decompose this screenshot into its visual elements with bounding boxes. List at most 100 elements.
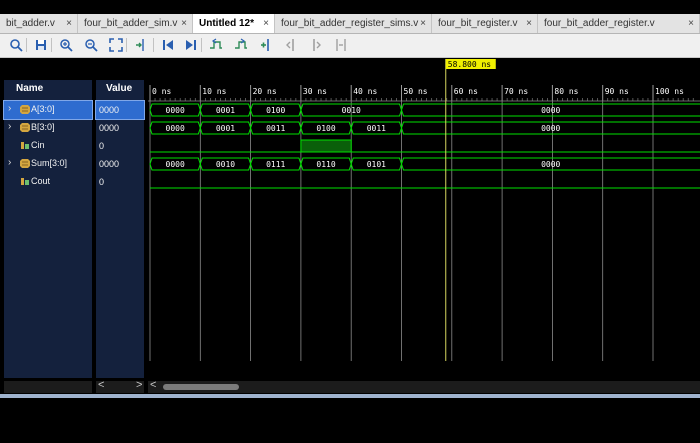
toolbar-separator xyxy=(126,38,127,52)
signal-name-panel: › A[3:0] › B[3:0] Cin › Sum[3:0] Cout xyxy=(3,100,93,378)
tab-bit-adder-v[interactable]: bit_adder.v × xyxy=(0,14,78,33)
signal-value-panel: 0000 0000 0 0000 0 xyxy=(95,100,145,378)
bus-value-label: 0000 xyxy=(541,124,560,133)
bus-value-label: 0000 xyxy=(541,160,560,169)
waveform-scrollbar[interactable]: < xyxy=(148,379,700,393)
tab-label: four_bit_register.v xyxy=(438,18,518,29)
waveform-canvas[interactable]: 0 ns 10 ns 20 ns 30 ns 40 ns 50 ns 60 ns 70 ns 8… xyxy=(148,59,700,361)
go-to-start-icon[interactable] xyxy=(160,37,176,53)
tab-untitled-12[interactable]: Untitled 12* × xyxy=(193,14,275,33)
scroll-right-arrow[interactable]: > xyxy=(136,379,142,391)
ruler-tick-label: 30 ns xyxy=(303,87,327,96)
bit-signal-icon xyxy=(20,141,30,150)
zoom-out-icon[interactable] xyxy=(83,37,99,53)
value-column-header[interactable]: Value xyxy=(96,80,144,100)
save-icon[interactable] xyxy=(33,37,49,53)
tab-close-icon[interactable]: × xyxy=(688,14,694,33)
bit-high-segment xyxy=(300,139,352,153)
tab-label: four_bit_adder_register_sims.v xyxy=(281,18,419,29)
bit-signal-icon xyxy=(20,177,30,186)
signal-row-b-3-0[interactable]: › B[3:0] xyxy=(4,119,92,137)
signal-value-text: 0 xyxy=(99,141,105,151)
window-bottom-border xyxy=(0,394,700,398)
tab-label: four_bit_adder_register.v xyxy=(544,18,655,29)
tab-close-icon[interactable]: × xyxy=(263,14,269,33)
signal-value-text: 0000 xyxy=(99,123,120,133)
ruler-tick-label: 60 ns xyxy=(454,87,478,96)
tab-close-icon[interactable]: × xyxy=(420,14,426,33)
bus-value-label: 0100 xyxy=(266,106,285,115)
ruler-tick-label: 80 ns xyxy=(554,87,578,96)
expand-chevron-icon[interactable]: › xyxy=(8,103,11,114)
expand-chevron-icon[interactable]: › xyxy=(8,121,11,132)
tab-four-bit-adder-register-sims-v[interactable]: four_bit_adder_register_sims.v × xyxy=(275,14,432,33)
toolbar-separator xyxy=(51,38,52,52)
signal-value-text: 0 xyxy=(99,177,105,187)
editor-tab-bar: bit_adder.v × four_bit_adder_sim.v × Untitle… xyxy=(0,14,700,34)
tab-label: four_bit_adder_sim.v xyxy=(84,18,178,29)
previous-transition-icon[interactable] xyxy=(208,37,224,53)
signal-row-cin[interactable]: Cin xyxy=(4,137,92,155)
signal-name: A[3:0] xyxy=(31,104,55,114)
signal-row-sum-3-0[interactable]: › Sum[3:0] xyxy=(4,155,92,173)
bus-signal-icon xyxy=(20,123,30,132)
name-panel-scrollbar[interactable] xyxy=(4,381,92,393)
zoom-fit-icon[interactable] xyxy=(108,37,124,53)
signal-value-b-3-0: 0000 xyxy=(96,119,144,137)
zoom-in-icon[interactable] xyxy=(58,37,74,53)
next-marker-icon[interactable] xyxy=(308,37,324,53)
bus-value-label: 0000 xyxy=(166,160,185,169)
bus-value-label: 0000 xyxy=(541,106,560,115)
ruler-tick-label: 70 ns xyxy=(504,87,528,96)
bus-value-label: 0011 xyxy=(367,124,386,133)
waveform-toolbar xyxy=(0,34,700,58)
tab-four-bit-adder-register-v[interactable]: four_bit_adder_register.v × xyxy=(538,14,700,33)
wave-scroll-left-arrow[interactable]: < xyxy=(150,379,156,391)
bus-value-label: 0000 xyxy=(166,124,185,133)
tab-four-bit-register-v[interactable]: four_bit_register.v × xyxy=(432,14,538,33)
signal-name: Sum[3:0] xyxy=(31,158,68,168)
tab-label: bit_adder.v xyxy=(6,18,55,29)
ruler-tick-label: 50 ns xyxy=(404,87,428,96)
bus-value-label: 0110 xyxy=(316,160,335,169)
next-transition-icon[interactable] xyxy=(233,37,249,53)
search-icon[interactable] xyxy=(8,37,24,53)
bus-value-label: 0001 xyxy=(216,124,235,133)
toolbar-separator xyxy=(26,38,27,52)
bus-signal-icon xyxy=(20,159,30,168)
tab-label: Untitled 12* xyxy=(199,18,255,29)
ruler-tick-label: 90 ns xyxy=(605,87,629,96)
signal-value-cout: 0 xyxy=(96,173,144,191)
expand-chevron-icon[interactable]: › xyxy=(8,157,11,168)
waveform-scroll-thumb[interactable] xyxy=(163,384,239,390)
signal-value-cin: 0 xyxy=(96,137,144,155)
bus-value-label: 0001 xyxy=(216,106,235,115)
bus-value-label: 0100 xyxy=(316,124,335,133)
signal-value-a-3-0: 0000 xyxy=(95,100,145,120)
signal-value-text: 0000 xyxy=(99,159,120,169)
go-to-cursor-icon[interactable] xyxy=(133,37,149,53)
cursor-time-label: 58.800 ns xyxy=(448,60,492,69)
name-column-header[interactable]: Name xyxy=(4,80,92,100)
go-to-end-icon[interactable] xyxy=(183,37,199,53)
previous-marker-icon[interactable] xyxy=(283,37,299,53)
bus-value-label: 0111 xyxy=(266,160,285,169)
ruler-tick-label: 20 ns xyxy=(253,87,277,96)
add-marker-icon[interactable] xyxy=(258,37,274,53)
signal-name: Cout xyxy=(31,176,51,186)
signal-row-cout[interactable]: Cout xyxy=(4,173,92,191)
tab-close-icon[interactable]: × xyxy=(66,14,72,33)
ruler-tick-label: 10 ns xyxy=(202,87,226,96)
toolbar-separator xyxy=(201,38,202,52)
tab-close-icon[interactable]: × xyxy=(181,14,187,33)
tab-close-icon[interactable]: × xyxy=(526,14,532,33)
ruler-tick-label: 100 ns xyxy=(655,87,684,96)
ruler-tick-label: 40 ns xyxy=(353,87,377,96)
signal-row-a-3-0[interactable]: › A[3:0] xyxy=(3,100,93,120)
bus-value-label: 0010 xyxy=(342,106,361,115)
tab-four-bit-adder-sim-v[interactable]: four_bit_adder_sim.v × xyxy=(78,14,193,33)
signal-value-text: 0000 xyxy=(99,105,120,115)
swap-cursors-icon[interactable] xyxy=(333,37,349,53)
value-panel-scrollbar[interactable]: < > xyxy=(96,379,144,393)
scroll-left-arrow[interactable]: < xyxy=(98,379,104,391)
